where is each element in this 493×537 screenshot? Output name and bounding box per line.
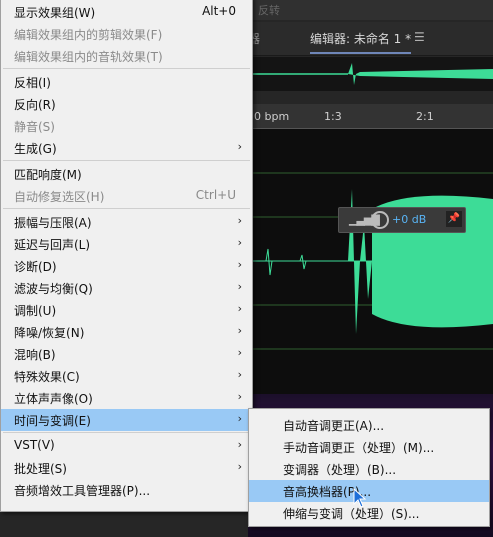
mouse-cursor-icon	[353, 488, 367, 508]
menu-item-label: 静音(S)	[14, 120, 55, 134]
menu-separator	[3, 68, 250, 69]
menu-item-modulation[interactable]: 调制(U) ›	[1, 299, 252, 321]
chevron-right-icon: ›	[237, 280, 242, 293]
menu-item-label: 自动修复选区(H)	[14, 190, 105, 204]
menu-item-label: 手动音调更正（处理）(M)...	[283, 441, 435, 455]
menu-item-label: 调制(U)	[14, 304, 57, 318]
menu-item-label: 延迟与回声(L)	[14, 238, 91, 252]
submenu-item-auto-pitch[interactable]: 自动音调更正(A)...	[249, 414, 489, 436]
menu-item-label: VST(V)	[14, 438, 55, 452]
menu-item-label: 显示效果组(W)	[14, 6, 96, 20]
menu-item-label: 伸缩与变调（处理）(S)...	[283, 507, 420, 521]
chevron-right-icon: ›	[237, 390, 242, 403]
chevron-right-icon: ›	[237, 412, 242, 425]
menu-item-show-effects-rack[interactable]: 显示效果组(W) Alt+0	[1, 1, 252, 23]
menu-item-label: 音频增效工具管理器(P)...	[14, 484, 151, 498]
chevron-right-icon: ›	[237, 346, 242, 359]
menu-item-auto-heal[interactable]: 自动修复选区(H) Ctrl+U	[1, 185, 252, 207]
chevron-right-icon: ›	[237, 258, 242, 271]
chevron-right-icon: ›	[237, 236, 242, 249]
menu-item-amplitude[interactable]: 振幅与压限(A) ›	[1, 211, 252, 233]
chevron-right-icon: ›	[237, 324, 242, 337]
menu-item-diagnostics[interactable]: 诊断(D) ›	[1, 255, 252, 277]
waveform-view[interactable]	[248, 129, 493, 394]
ruler-tick: 0 bpm	[254, 110, 290, 123]
effects-menu: 显示效果组(W) Alt+0 编辑效果组内的剪辑效果(F) 编辑效果组内的音轨效果…	[0, 0, 253, 512]
menu-item-time-pitch[interactable]: 时间与变调(E) ›	[1, 409, 252, 431]
ruler-tick: 1:3	[324, 110, 342, 123]
menu-item-special[interactable]: 特殊效果(C) ›	[1, 365, 252, 387]
chevron-right-icon: ›	[237, 214, 242, 227]
menu-item-label: 编辑效果组内的剪辑效果(F)	[14, 28, 163, 42]
chevron-right-icon: ›	[237, 302, 242, 315]
menu-item-label: 反向(R)	[14, 98, 56, 112]
menu-item-label: 混响(B)	[14, 348, 56, 362]
menu-item-label: 特殊效果(C)	[14, 370, 80, 384]
menu-item-label: 自动音调更正(A)...	[283, 419, 385, 433]
chevron-right-icon: ›	[237, 368, 242, 381]
menu-item-label: 诊断(D)	[14, 260, 57, 274]
gain-readout: +0 dB	[392, 213, 427, 226]
menu-item-label: 立体声声像(O)	[14, 392, 93, 406]
menu-item-label: 反相(I)	[14, 76, 51, 90]
menu-item-stereo-imagery[interactable]: 立体声声像(O) ›	[1, 387, 252, 409]
menu-item-label: 时间与变调(E)	[14, 414, 91, 428]
overview-waveform	[248, 63, 493, 85]
menu-item-match-loudness[interactable]: 匹配响度(M)	[1, 163, 252, 185]
chevron-right-icon: ›	[237, 460, 242, 473]
waveform-overview[interactable]	[248, 57, 493, 91]
gain-knob[interactable]	[371, 211, 389, 229]
menu-separator	[3, 432, 250, 433]
menu-item-shortcut: Alt+0	[202, 4, 236, 18]
volume-hud[interactable]: ▁▃▅▇ +0 dB 📌	[338, 207, 466, 233]
menu-item-label: 降噪/恢复(N)	[14, 326, 85, 340]
menu-item-filter-eq[interactable]: 滤波与均衡(Q) ›	[1, 277, 252, 299]
menu-item-silence[interactable]: 静音(S)	[1, 115, 252, 137]
menu-item-batch[interactable]: 批处理(S) ›	[1, 457, 252, 479]
menu-item-edit-track-effects[interactable]: 编辑效果组内的音轨效果(T)	[1, 45, 252, 67]
tab-editor[interactable]: 编辑器: 未命名 1 *	[310, 30, 412, 54]
top-partial-label: 反转	[258, 4, 280, 17]
timeline-ruler[interactable]: 0 bpm 1:3 2:1	[248, 104, 493, 129]
ruler-tick: 2:1	[416, 110, 434, 123]
menu-item-label: 振幅与压限(A)	[14, 216, 92, 230]
menu-item-invert[interactable]: 反相(I)	[1, 71, 252, 93]
menu-separator	[3, 208, 250, 209]
menu-item-plugin-manager[interactable]: 音频增效工具管理器(P)...	[1, 479, 252, 501]
menu-item-label: 变调器（处理）(B)...	[283, 463, 397, 477]
pin-icon[interactable]: 📌	[446, 211, 462, 227]
submenu-item-manual-pitch[interactable]: 手动音调更正（处理）(M)...	[249, 436, 489, 458]
menu-item-shortcut: Ctrl+U	[195, 188, 236, 202]
chevron-right-icon: ›	[237, 140, 242, 153]
submenu-item-pitch-bender[interactable]: 变调器（处理）(B)...	[249, 458, 489, 480]
menu-item-edit-clip-effects[interactable]: 编辑效果组内的剪辑效果(F)	[1, 23, 252, 45]
time-pitch-submenu: 自动音调更正(A)... 手动音调更正（处理）(M)... 变调器（处理）(B)…	[248, 408, 490, 527]
submenu-item-stretch-pitch[interactable]: 伸缩与变调（处理）(S)...	[249, 502, 489, 524]
menu-item-label: 编辑效果组内的音轨效果(T)	[14, 50, 163, 64]
menu-item-label: 批处理(S)	[14, 462, 67, 476]
waveform-graphic	[248, 129, 493, 394]
menu-item-label: 生成(G)	[14, 142, 57, 156]
menu-item-vst[interactable]: VST(V) ›	[1, 435, 252, 457]
top-toolbar: 反转	[248, 0, 493, 20]
menu-item-reverse[interactable]: 反向(R)	[1, 93, 252, 115]
menu-item-reverb[interactable]: 混响(B) ›	[1, 343, 252, 365]
chevron-right-icon: ›	[237, 438, 242, 451]
menu-item-label: 匹配响度(M)	[14, 168, 82, 182]
submenu-item-pitch-shifter[interactable]: 音高换档器(P)...	[249, 480, 489, 502]
menu-item-delay-echo[interactable]: 延迟与回声(L) ›	[1, 233, 252, 255]
menu-item-generate[interactable]: 生成(G) ›	[1, 137, 252, 159]
menu-separator	[3, 160, 250, 161]
menu-item-label: 滤波与均衡(Q)	[14, 282, 93, 296]
menu-item-noise-reduction[interactable]: 降噪/恢复(N) ›	[1, 321, 252, 343]
hamburger-icon[interactable]: ☰	[414, 30, 425, 44]
